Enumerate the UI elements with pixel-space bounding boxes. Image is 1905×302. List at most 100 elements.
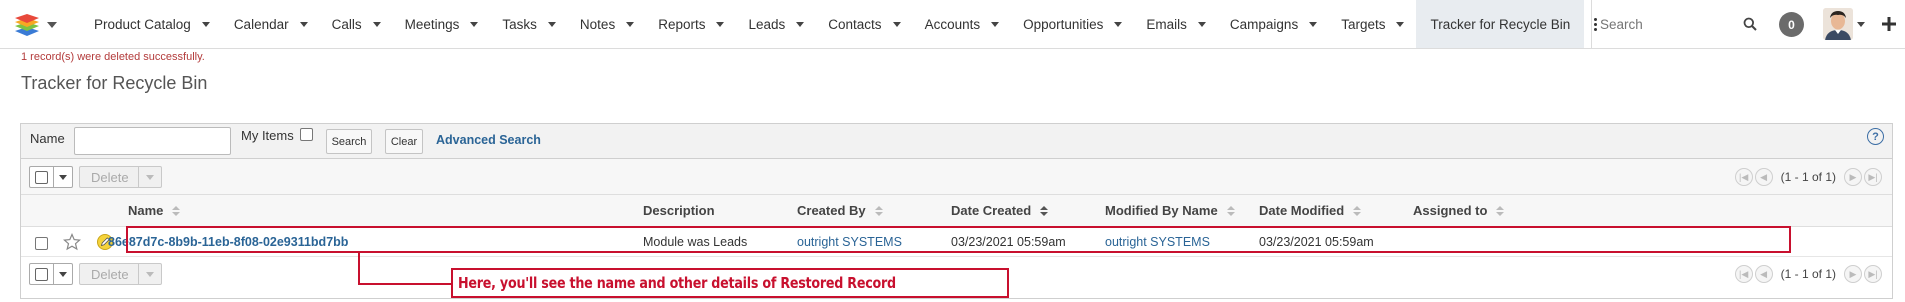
chevron-down-icon[interactable] bbox=[146, 272, 154, 277]
menu-item-targets[interactable]: Targets bbox=[1329, 0, 1416, 48]
annotation-text: Here, you'll see the name and other deta… bbox=[458, 274, 896, 292]
menu-item-contacts[interactable]: Contacts bbox=[816, 0, 912, 48]
menu-item-product-catalog[interactable]: Product Catalog bbox=[82, 0, 222, 48]
search-button[interactable]: Search bbox=[326, 129, 372, 154]
menu-item-label: Emails bbox=[1146, 16, 1187, 32]
sort-icon[interactable] bbox=[1353, 205, 1362, 216]
menu-item-label: Tracker for Recycle Bin bbox=[1430, 16, 1571, 32]
sort-icon[interactable] bbox=[874, 205, 883, 216]
menu-item-label: Leads bbox=[748, 16, 786, 32]
delete-label: Delete bbox=[91, 267, 129, 282]
sort-icon[interactable] bbox=[1040, 205, 1049, 216]
module-menu: Product Catalog Calendar Calls Meetings … bbox=[82, 0, 1606, 48]
first-page-icon[interactable]: |◀ bbox=[1734, 265, 1753, 283]
sort-icon[interactable] bbox=[172, 205, 181, 216]
chevron-down-icon[interactable] bbox=[1857, 22, 1865, 27]
first-page-icon[interactable]: |◀ bbox=[1734, 168, 1753, 186]
delete-label: Delete bbox=[91, 170, 129, 185]
menu-item-label: Reports bbox=[658, 16, 706, 32]
sort-icon[interactable] bbox=[1496, 205, 1505, 216]
chevron-down-icon[interactable] bbox=[796, 21, 805, 27]
menu-item-leads[interactable]: Leads bbox=[736, 0, 816, 48]
menu-item-calendar[interactable]: Calendar bbox=[222, 0, 320, 48]
my-items-checkbox[interactable] bbox=[300, 128, 313, 141]
top-navigation-bar: Product Catalog Calendar Calls Meetings … bbox=[0, 0, 1905, 49]
layers-logo-icon bbox=[15, 14, 39, 36]
last-page-icon[interactable]: ▶| bbox=[1864, 168, 1882, 186]
clear-button[interactable]: Clear bbox=[385, 129, 423, 154]
menu-item-calls[interactable]: Calls bbox=[320, 0, 393, 48]
menu-item-tasks[interactable]: Tasks bbox=[490, 0, 568, 48]
chevron-down-icon[interactable] bbox=[470, 21, 479, 27]
chevron-down-icon[interactable] bbox=[372, 21, 381, 27]
column-header-created-by[interactable]: Created By bbox=[797, 203, 883, 218]
sort-icon[interactable] bbox=[1226, 205, 1235, 216]
annotation-connector bbox=[358, 253, 360, 284]
menu-item-label: Opportunities bbox=[1023, 16, 1104, 32]
chevron-down-icon[interactable] bbox=[1396, 21, 1405, 27]
chevron-down-icon[interactable] bbox=[1114, 21, 1123, 27]
previous-page-icon[interactable]: ◀ bbox=[1754, 168, 1773, 186]
user-avatar[interactable] bbox=[1823, 8, 1853, 40]
success-message: 1 record(s) were deleted successfully. bbox=[21, 51, 205, 63]
chevron-down-icon[interactable] bbox=[892, 21, 901, 27]
previous-page-icon[interactable]: ◀ bbox=[1754, 265, 1773, 283]
menu-item-label: Tasks bbox=[502, 16, 537, 32]
menu-item-label: Calls bbox=[331, 16, 362, 32]
notification-badge[interactable]: 0 bbox=[1779, 12, 1804, 37]
column-header-date-created[interactable]: Date Created bbox=[951, 203, 1049, 218]
next-page-icon[interactable]: ▶ bbox=[1844, 265, 1862, 283]
last-page-icon[interactable]: ▶| bbox=[1864, 265, 1882, 283]
next-page-icon[interactable]: ▶ bbox=[1844, 168, 1862, 186]
menu-item-tracker-for-recycle-bin[interactable]: Tracker for Recycle Bin bbox=[1416, 0, 1585, 48]
chevron-down-icon[interactable] bbox=[547, 21, 556, 27]
delete-action-button[interactable]: Delete bbox=[79, 166, 162, 188]
page-title: Tracker for Recycle Bin bbox=[21, 73, 208, 93]
pagination-count: (1 - 1 of 1) bbox=[1780, 170, 1836, 184]
name-filter-label: Name bbox=[30, 131, 65, 146]
menu-item-meetings[interactable]: Meetings bbox=[393, 0, 491, 48]
select-all-checkbox[interactable] bbox=[35, 171, 48, 184]
chevron-down-icon[interactable] bbox=[1197, 21, 1206, 27]
column-header-name[interactable]: Name bbox=[128, 203, 181, 218]
chevron-down-icon[interactable] bbox=[59, 175, 67, 180]
chevron-down-icon[interactable] bbox=[59, 272, 67, 277]
delete-action-button[interactable]: Delete bbox=[79, 263, 162, 285]
list-column-headers: Name Description Created By Date Created… bbox=[21, 195, 1892, 227]
chevron-down-icon[interactable] bbox=[626, 21, 635, 27]
annotation-highlight-box bbox=[126, 226, 1791, 253]
column-header-modified-by-name[interactable]: Modified By Name bbox=[1105, 203, 1235, 218]
chevron-down-icon[interactable] bbox=[1309, 21, 1318, 27]
menu-item-emails[interactable]: Emails bbox=[1134, 0, 1218, 48]
quick-create-plus-icon[interactable] bbox=[1879, 13, 1899, 35]
annotation-connector bbox=[358, 283, 452, 285]
help-icon[interactable]: ? bbox=[1867, 128, 1884, 145]
row-checkbox[interactable] bbox=[35, 237, 48, 250]
select-all-checkbox[interactable] bbox=[35, 268, 48, 281]
mass-select-dropdown[interactable] bbox=[29, 263, 73, 285]
chevron-down-icon[interactable] bbox=[716, 21, 725, 27]
name-filter-input[interactable] bbox=[74, 127, 231, 155]
column-header-description: Description bbox=[643, 203, 715, 218]
mass-select-dropdown[interactable] bbox=[29, 166, 73, 188]
favorite-star-icon[interactable] bbox=[63, 233, 81, 251]
pagination: |◀ ◀ (1 - 1 of 1) ▶ ▶| bbox=[1734, 168, 1882, 186]
advanced-search-link[interactable]: Advanced Search bbox=[436, 133, 541, 147]
chevron-down-icon[interactable] bbox=[299, 21, 308, 27]
chevron-down-icon[interactable] bbox=[991, 21, 1000, 27]
chevron-down-icon[interactable] bbox=[201, 21, 210, 27]
column-header-date-modified[interactable]: Date Modified bbox=[1259, 203, 1362, 218]
menu-item-accounts[interactable]: Accounts bbox=[913, 0, 1012, 48]
menu-item-campaigns[interactable]: Campaigns bbox=[1218, 0, 1329, 48]
menu-item-notes[interactable]: Notes bbox=[568, 0, 646, 48]
app-logo-menu[interactable] bbox=[14, 10, 74, 40]
menu-item-reports[interactable]: Reports bbox=[646, 0, 736, 48]
menu-item-label: Accounts bbox=[924, 16, 981, 32]
menu-item-opportunities[interactable]: Opportunities bbox=[1011, 0, 1134, 48]
search-icon[interactable] bbox=[1743, 17, 1757, 31]
menu-item-label: Contacts bbox=[828, 16, 882, 32]
menu-item-label: Meetings bbox=[404, 16, 460, 32]
column-header-assigned-to[interactable]: Assigned to bbox=[1413, 203, 1505, 218]
global-search-input[interactable] bbox=[1592, 16, 1732, 32]
chevron-down-icon[interactable] bbox=[146, 175, 154, 180]
